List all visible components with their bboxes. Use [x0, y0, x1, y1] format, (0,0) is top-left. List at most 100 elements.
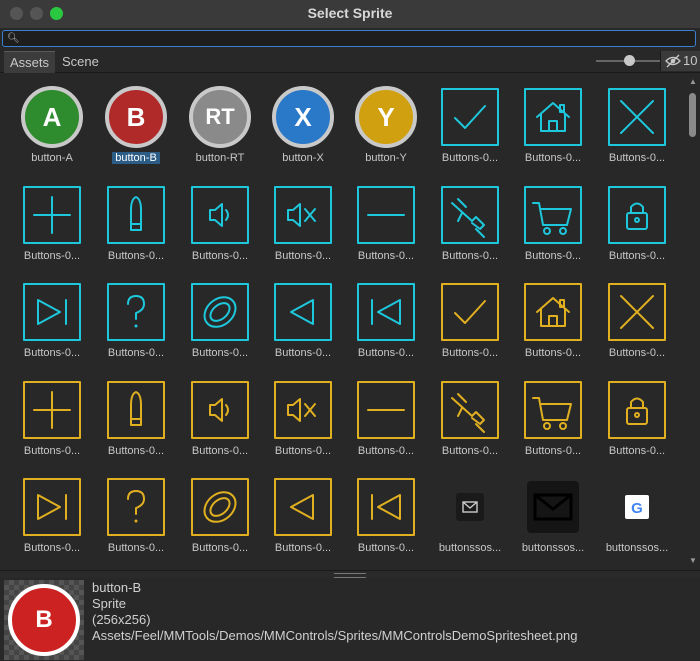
button-letter: RT: [189, 86, 251, 148]
sprite-item[interactable]: Gbuttonssos...: [597, 470, 677, 566]
sprite-item-caption: buttonssos...: [513, 542, 593, 554]
sprite-item[interactable]: Buttons-0...: [263, 470, 343, 566]
sprite-item-label: Buttons-0...: [274, 250, 332, 262]
gamepad-button-x-icon: X: [271, 85, 335, 149]
sprite-item[interactable]: Buttons-0...: [96, 178, 176, 274]
sprite-item[interactable]: Buttons-0...: [263, 178, 343, 274]
zoom-slider-handle[interactable]: [624, 55, 635, 66]
sprite-item[interactable]: Buttons-0...: [180, 275, 260, 371]
sprite-item[interactable]: Buttons-0...: [96, 373, 176, 469]
minus-icon: [354, 378, 418, 442]
sprite-item-caption: Buttons-0...: [180, 250, 260, 262]
preview-button-b-icon: B: [8, 584, 80, 656]
mail-icon: [438, 475, 502, 539]
sprite-item[interactable]: buttonssos...: [430, 470, 510, 566]
sprite-item[interactable]: Buttons-0...: [597, 80, 677, 176]
plus-icon: [20, 183, 84, 247]
search-box[interactable]: 🔍︎: [2, 30, 696, 47]
sprite-item-label: Buttons-0...: [357, 347, 415, 359]
sprite-item-caption: Buttons-0...: [12, 542, 92, 554]
sprite-item-caption: Buttons-0...: [597, 152, 677, 164]
sprite-item[interactable]: Ybutton-Y: [346, 80, 426, 176]
sprite-item-label: button-B: [112, 152, 160, 164]
sprite-item[interactable]: Buttons-0...: [263, 275, 343, 371]
hidden-items-toggle[interactable]: 10: [660, 51, 700, 71]
sprite-item-label: Buttons-0...: [357, 445, 415, 457]
sprite-item-caption: Buttons-0...: [346, 250, 426, 262]
search-input[interactable]: [17, 31, 687, 46]
sprite-item-label: Buttons-0...: [441, 152, 499, 164]
sprite-item-label: Buttons-0...: [23, 347, 81, 359]
sprite-item-caption: Buttons-0...: [96, 250, 176, 262]
sprite-item[interactable]: Buttons-0...: [346, 470, 426, 566]
sprite-item[interactable]: Buttons-0...: [96, 275, 176, 371]
sprite-item-label: Buttons-0...: [191, 542, 249, 554]
sprite-item-caption: Buttons-0...: [597, 445, 677, 457]
coin-icon: [188, 475, 252, 539]
sprite-item-caption: Buttons-0...: [12, 445, 92, 457]
speaker-icon: [188, 183, 252, 247]
sprite-item[interactable]: Buttons-0...: [180, 178, 260, 274]
sprite-item[interactable]: Buttons-0...: [346, 275, 426, 371]
sprite-item[interactable]: Buttons-0...: [12, 373, 92, 469]
sprite-item[interactable]: Buttons-0...: [430, 178, 510, 274]
sprite-item-label: Buttons-0...: [524, 250, 582, 262]
sprite-item-label: Buttons-0...: [441, 347, 499, 359]
question-icon: [104, 280, 168, 344]
sprite-item-caption: Buttons-0...: [430, 445, 510, 457]
scroll-up-icon[interactable]: ▲: [689, 77, 697, 86]
sprite-item[interactable]: Buttons-0...: [597, 178, 677, 274]
skip-back-icon: [354, 280, 418, 344]
question-icon: [104, 475, 168, 539]
scrollbar-thumb[interactable]: [689, 93, 696, 137]
sprite-item[interactable]: Buttons-0...: [263, 373, 343, 469]
sprite-item[interactable]: Buttons-0...: [513, 80, 593, 176]
scroll-down-icon[interactable]: ▼: [689, 556, 697, 565]
sprite-item[interactable]: Abutton-A: [12, 80, 92, 176]
sprite-item[interactable]: Buttons-0...: [12, 470, 92, 566]
scrollbar[interactable]: ▲ ▼: [686, 73, 700, 570]
window-title: Select Sprite: [307, 5, 393, 21]
sprite-item[interactable]: Buttons-0...: [12, 275, 92, 371]
preview-type: Sprite: [92, 596, 126, 611]
sprite-item[interactable]: Buttons-0...: [346, 178, 426, 274]
sprite-item[interactable]: Buttons-0...: [597, 275, 677, 371]
sprite-grid: Abutton-A Bbutton-B RT button-RT Xbutton-X Yb…: [0, 73, 686, 570]
sprite-item-label: Buttons-0...: [191, 250, 249, 262]
tab-scene[interactable]: Scene: [56, 51, 105, 72]
sprite-item[interactable]: Buttons-0...: [597, 373, 677, 469]
sprite-item-label: Buttons-0...: [107, 445, 165, 457]
sprite-item-caption: Buttons-0...: [346, 542, 426, 554]
sprite-item[interactable]: Buttons-0...: [430, 275, 510, 371]
sprite-item[interactable]: RT button-RT: [180, 80, 260, 176]
google-icon: G: [605, 475, 669, 539]
sprite-item-label: Buttons-0...: [274, 542, 332, 554]
sprite-item-label: Buttons-0...: [191, 445, 249, 457]
sprite-item-caption: Buttons-0...: [513, 347, 593, 359]
sprite-item[interactable]: Buttons-0...: [180, 470, 260, 566]
sprite-item[interactable]: Buttons-0...: [430, 373, 510, 469]
sprite-item[interactable]: Xbutton-X: [263, 80, 343, 176]
sprite-item[interactable]: Buttons-0...: [513, 275, 593, 371]
sprite-item-label: Buttons-0...: [23, 542, 81, 554]
sprite-item[interactable]: Buttons-0...: [346, 373, 426, 469]
sprite-item[interactable]: Bbutton-B: [96, 80, 176, 176]
check-icon: [438, 280, 502, 344]
tab-bar: Assets Scene 10: [0, 50, 700, 73]
sprite-item[interactable]: Buttons-0...: [180, 373, 260, 469]
sprite-item-caption: Buttons-0...: [180, 542, 260, 554]
tab-assets[interactable]: Assets: [4, 51, 56, 73]
sprite-item[interactable]: buttonssos...: [513, 470, 593, 566]
sprite-item[interactable]: Buttons-0...: [430, 80, 510, 176]
sprite-item-caption: Buttons-0...: [513, 445, 593, 457]
sprite-item-label: Buttons-0...: [524, 152, 582, 164]
bullet-icon: [104, 378, 168, 442]
sprite-item[interactable]: Buttons-0...: [513, 178, 593, 274]
sprite-item[interactable]: Buttons-0...: [12, 178, 92, 274]
sprite-item-label: Buttons-0...: [107, 250, 165, 262]
sprite-item-caption: Buttons-0...: [263, 250, 343, 262]
sprite-item[interactable]: Buttons-0...: [96, 470, 176, 566]
cart-icon: [521, 378, 585, 442]
sprite-item[interactable]: Buttons-0...: [513, 373, 593, 469]
sprite-item-label: Buttons-0...: [23, 250, 81, 262]
